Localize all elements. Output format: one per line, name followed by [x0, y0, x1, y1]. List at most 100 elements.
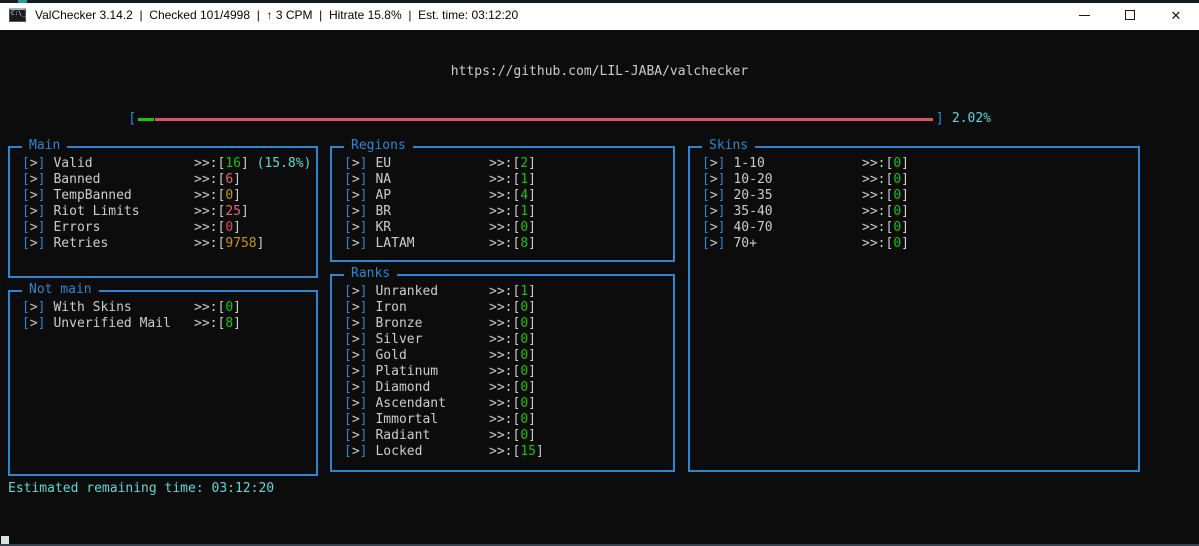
stat-row: [>]Radiant >>:[0] [344, 428, 673, 444]
value-open: >>:[ [862, 172, 893, 187]
cmd-prompt-icon: C:\_ [9, 8, 26, 22]
value-open: >>:[ [489, 332, 520, 347]
marker-arrow-icon: > [352, 284, 360, 300]
stat-value: 16 [225, 156, 241, 171]
titlebar: C:\_ ValChecker 3.14.2 | Checked 101/499… [0, 0, 1199, 30]
marker-close-bracket: ] [38, 156, 46, 172]
marker-close-bracket: ] [360, 284, 368, 300]
estimated-time: Estimated remaining time: 03:12:20 [8, 481, 274, 497]
marker-open-bracket: [ [22, 204, 30, 220]
marker-close-bracket: ] [718, 172, 726, 188]
value-close: ] [901, 236, 909, 251]
value-open: >>:[ [489, 364, 520, 379]
stat-row-value-cell: >>:[25] [194, 204, 249, 220]
value-close: ] [233, 220, 241, 235]
stat-row: [>]Riot Limits >>:[25] [22, 204, 316, 220]
progress-bar: [ ] 2.02% [128, 111, 991, 127]
marker-open-bracket: [ [344, 332, 352, 348]
stat-row-label-cell: [>]Silver [344, 332, 489, 348]
window-controls: ✕ [1061, 0, 1199, 30]
value-close: ] [528, 204, 536, 219]
stat-row-label-cell: [>]Diamond [344, 380, 489, 396]
marker-close-bracket: ] [718, 236, 726, 252]
value-open: >>:[ [862, 156, 893, 171]
marker-open-bracket: [ [22, 188, 30, 204]
stat-row-label-cell: [>]Gold [344, 348, 489, 364]
marker-open-bracket: [ [22, 220, 30, 236]
stat-label: Riot Limits [53, 204, 139, 220]
value-close: ] [528, 316, 536, 331]
stat-row-value-cell: >>:[8] [194, 316, 241, 332]
stat-row: [>]20-35 >>:[0] [702, 188, 1138, 204]
stat-label: NA [375, 172, 391, 188]
stat-label: Gold [375, 348, 406, 364]
value-open: >>:[ [194, 172, 225, 187]
marker-close-bracket: ] [360, 236, 368, 252]
marker-arrow-icon: > [710, 172, 718, 188]
value-open: >>:[ [194, 188, 225, 203]
stat-label: 35-40 [733, 204, 772, 220]
stat-row-value-cell: >>:[0] [862, 236, 909, 252]
marker-close-bracket: ] [360, 396, 368, 412]
progress-fill [138, 118, 154, 121]
value-open: >>:[ [489, 380, 520, 395]
minimize-button[interactable] [1061, 0, 1107, 30]
stat-row-label-cell: [>]1-10 [702, 156, 862, 172]
marker-arrow-icon: > [30, 220, 38, 236]
stat-value: 2 [520, 156, 528, 171]
value-open: >>:[ [489, 156, 520, 171]
stat-label: 70+ [733, 236, 756, 252]
stat-row-value-cell: >>:[0] [489, 220, 536, 236]
value-open: >>:[ [489, 220, 520, 235]
marker-open-bracket: [ [702, 236, 710, 252]
maximize-button[interactable] [1107, 0, 1153, 30]
value-open: >>:[ [489, 204, 520, 219]
stat-value: 0 [520, 220, 528, 235]
value-close: ] [901, 220, 909, 235]
stat-value: 6 [225, 172, 233, 187]
marker-open-bracket: [ [344, 300, 352, 316]
stat-value: 15 [520, 444, 536, 459]
progress-remainder [155, 118, 934, 121]
value-close: ] [233, 300, 241, 315]
main-box-title: Main [22, 138, 67, 154]
progress-track [138, 112, 933, 126]
stat-row-value-cell: >>:[1] [489, 204, 536, 220]
stat-row-label-cell: [>]AP [344, 188, 489, 204]
stat-value: 0 [893, 204, 901, 219]
stat-label: Iron [375, 300, 406, 316]
stat-row-label-cell: [>]Errors [22, 220, 194, 236]
stat-row-value-cell: >>:[1] [489, 284, 536, 300]
stat-row-value-cell: >>:[0] [489, 364, 536, 380]
stat-label: 40-70 [733, 220, 772, 236]
marker-arrow-icon: > [710, 188, 718, 204]
value-close: ] [536, 444, 544, 459]
marker-arrow-icon: > [352, 396, 360, 412]
stat-row-value-cell: >>:[0] [194, 220, 241, 236]
marker-open-bracket: [ [22, 300, 30, 316]
value-open: >>:[ [489, 316, 520, 331]
marker-close-bracket: ] [718, 204, 726, 220]
stat-row: [>]Gold >>:[0] [344, 348, 673, 364]
close-button[interactable]: ✕ [1153, 0, 1199, 30]
value-close: ] [528, 396, 536, 411]
stat-label: With Skins [53, 300, 131, 316]
marker-open-bracket: [ [702, 204, 710, 220]
progress-open-bracket: [ [128, 111, 136, 127]
marker-arrow-icon: > [352, 220, 360, 236]
main-box: Main [>]Valid >>:[16] (15.8%) [>]Banned … [8, 146, 318, 278]
value-close: ] [257, 236, 265, 251]
marker-arrow-icon: > [352, 204, 360, 220]
stat-row-value-cell: >>:[0] [489, 332, 536, 348]
value-open: >>:[ [489, 412, 520, 427]
stat-row: [>]Valid >>:[16] (15.8%) [22, 156, 316, 172]
marker-arrow-icon: > [30, 236, 38, 252]
value-open: >>:[ [862, 188, 893, 203]
stat-label: Banned [53, 172, 100, 188]
stat-value: 0 [893, 156, 901, 171]
maximize-icon [1125, 10, 1135, 20]
value-close: ] [241, 156, 249, 171]
stat-value: 0 [520, 316, 528, 331]
marker-open-bracket: [ [344, 156, 352, 172]
stat-row-value-cell: >>:[0] [489, 396, 536, 412]
